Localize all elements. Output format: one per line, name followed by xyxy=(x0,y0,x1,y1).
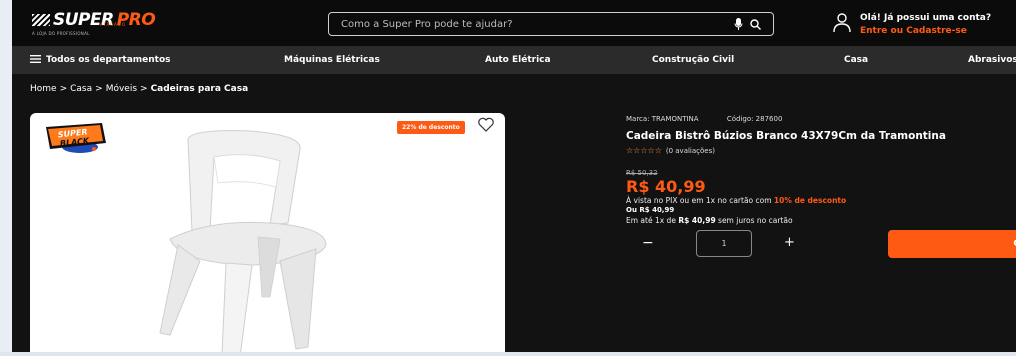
breadcrumb-home[interactable]: Home xyxy=(30,84,57,94)
installment-prefix: Em até 1x de xyxy=(626,216,679,225)
breadcrumb-casa[interactable]: Casa xyxy=(70,84,92,94)
installment-value: R$ 40,99 xyxy=(678,216,716,225)
product-code: Código: 287600 xyxy=(726,115,783,123)
increase-quantity-button[interactable]: + xyxy=(784,235,795,250)
nav-item-auto-eletrica[interactable]: Auto Elétrica xyxy=(485,55,551,65)
super-black-badge: SUPER BLACK xyxy=(46,123,106,153)
outer-margin-left xyxy=(0,0,12,356)
pix-info: À vista no PIX ou em 1x no cartão com 10… xyxy=(626,196,846,205)
product-rating[interactable]: ☆☆☆☆☆ (0 avaliações) xyxy=(626,146,715,155)
logo[interactable]: SUPER PRO A LOJA DO PROFISSIONAL xyxy=(32,10,156,36)
nav-all-departments-label: Todos os departamentos xyxy=(46,55,171,65)
installment-suffix: sem juros no cartão xyxy=(715,216,793,225)
heart-icon[interactable] xyxy=(477,117,495,133)
star-rating-icon: ☆☆☆☆☆ xyxy=(626,146,662,155)
product-meta: Marca: TRAMONTINA Código: 287600 xyxy=(626,115,782,123)
breadcrumb-moveis[interactable]: Móveis xyxy=(106,84,137,94)
logo-super-text: SUPER xyxy=(53,10,114,30)
logo-tagline: A LOJA DO PROFISSIONAL xyxy=(32,31,90,36)
logo-atacado: ATACADO xyxy=(100,22,126,27)
menu-icon xyxy=(30,55,41,63)
nav-all-departments[interactable]: Todos os departamentos xyxy=(30,55,171,65)
review-count: (0 avaliações) xyxy=(665,147,715,155)
current-price: R$ 40,99 xyxy=(626,177,706,196)
logo-pro-text: PRO xyxy=(116,10,156,30)
logo-flag-icon xyxy=(32,14,50,26)
alternative-price: Ou R$ 40,99 xyxy=(626,206,675,214)
pix-discount: 10% de desconto xyxy=(773,196,847,205)
installment-info: Em até 1x de R$ 40,99 sem juros no cartã… xyxy=(626,216,793,225)
product-info: Marca: TRAMONTINA Código: 287600 Cadeira… xyxy=(626,0,1016,356)
logo-wordmark: SUPER PRO xyxy=(32,10,156,30)
old-price: R$ 50,32 xyxy=(626,169,658,177)
pix-text: À vista no PIX ou em 1x no cartão com xyxy=(626,196,774,205)
breadcrumb-separator: > xyxy=(95,84,103,94)
breadcrumb: Home > Casa > Móveis > Cadeiras para Casa xyxy=(30,84,248,94)
breadcrumb-current: Cadeiras para Casa xyxy=(150,84,249,94)
product-image-card[interactable]: SUPER BLACK 22% de desconto xyxy=(30,113,505,356)
product-title: Cadeira Bistrô Búzios Branco 43X79Cm da … xyxy=(626,130,946,142)
outer-margin-bottom xyxy=(0,352,1016,356)
decrease-quantity-button[interactable]: − xyxy=(642,235,654,251)
breadcrumb-separator: > xyxy=(59,84,68,94)
product-brand[interactable]: Marca: TRAMONTINA xyxy=(626,115,699,123)
nav-item-maquinas-eletricas[interactable]: Máquinas Elétricas xyxy=(284,55,380,65)
page-frame: SUPER PRO A LOJA DO PROFISSIONAL ATACADO… xyxy=(12,0,1016,356)
discount-badge: 22% de desconto xyxy=(397,121,465,134)
breadcrumb-separator: > xyxy=(140,84,148,94)
buy-button[interactable]: C xyxy=(888,230,1016,258)
quantity-stepper: − 1 + xyxy=(626,230,806,258)
quantity-input[interactable]: 1 xyxy=(696,230,752,257)
product-image xyxy=(159,130,327,356)
